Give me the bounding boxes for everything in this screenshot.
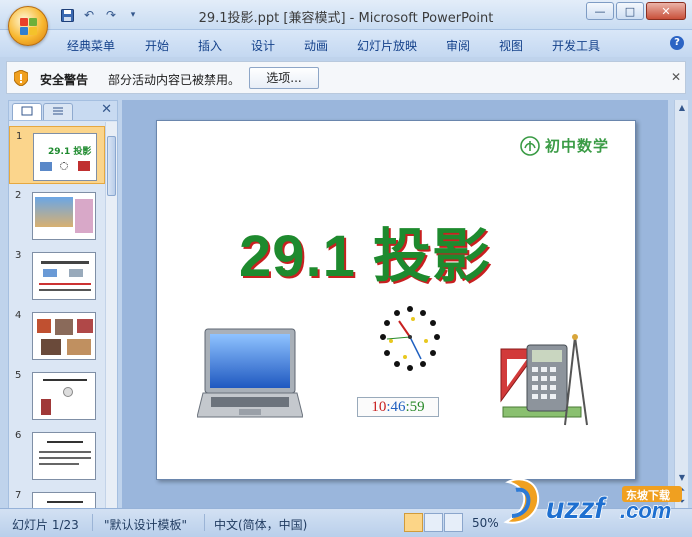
slides-view-icon <box>21 106 33 116</box>
office-button[interactable] <box>8 6 48 46</box>
slide-preview: 29.1 投影 <box>33 133 97 181</box>
slide-thumbnail-3[interactable]: 3 <box>9 246 105 304</box>
thumb-title: 29.1 投影 <box>48 147 92 157</box>
slide-scrollbar[interactable]: ▲ ▼ ⏶ ⏷ <box>674 100 688 510</box>
ribbon-tabs: 经典菜单 开始 插入 设计 动画 幻灯片放映 审阅 视图 开发工具 ? <box>0 30 692 57</box>
scroll-up-icon[interactable]: ▲ <box>676 102 688 114</box>
slide-number: 1 <box>16 131 23 142</box>
watermark-tagline: 东坡下载 <box>626 488 670 502</box>
brand-text: 初中数学 <box>545 137 610 155</box>
slide-thumbnail-2[interactable]: 2 <box>9 186 105 244</box>
tab-animation[interactable]: 动画 <box>304 37 328 54</box>
slide-number: 6 <box>15 430 22 441</box>
close-security-bar-icon[interactable]: ✕ <box>671 70 681 84</box>
help-icon[interactable]: ? <box>670 36 684 50</box>
clock-minutes: :46 <box>386 399 406 415</box>
office-logo-icon <box>20 18 38 36</box>
tab-view[interactable]: 视图 <box>499 37 523 54</box>
slide-preview <box>32 252 96 300</box>
security-warning-bar: 安全警告 部分活动内容已被禁用。 选项... ✕ <box>6 61 686 94</box>
slide-thumbnail-6[interactable]: 6 <box>9 426 105 484</box>
slide-preview <box>32 432 96 480</box>
slideshow-view-button[interactable] <box>444 513 463 532</box>
slide-thumbnail-5[interactable]: 5 <box>9 366 105 424</box>
close-pane-icon[interactable]: ✕ <box>101 102 112 117</box>
slide-number: 4 <box>15 310 22 321</box>
brand: 初中数学 <box>520 135 609 156</box>
normal-view-button[interactable] <box>404 513 423 532</box>
laptop-image <box>197 328 303 418</box>
math-tools-image <box>500 334 588 426</box>
tab-insert[interactable]: 插入 <box>198 37 222 54</box>
slide-editing-area: 初中数学 29.1 投影 10:46:59 <box>122 100 668 510</box>
slide-preview <box>32 372 96 420</box>
slide-sorter-view-button[interactable] <box>424 513 443 532</box>
slide-number: 3 <box>15 250 22 261</box>
clock-seconds: :59 <box>405 399 425 415</box>
slide-indicator: 幻灯片 1/23 <box>12 518 79 532</box>
window-controls: — □ ✕ <box>586 2 686 20</box>
tab-slideshow[interactable]: 幻灯片放映 <box>357 37 417 54</box>
security-warning-message: 部分活动内容已被禁用。 <box>108 73 241 87</box>
uzzf-watermark: uzzf .com 东坡下载 <box>503 478 682 526</box>
clock-hours: 10 <box>371 399 387 415</box>
slide-preview <box>32 192 96 240</box>
tab-home[interactable]: 开始 <box>145 37 169 54</box>
clock-readout: 10:46:59 <box>357 397 439 417</box>
slide-thumbnail-4[interactable]: 4 <box>9 306 105 364</box>
slide-thumbnails: 1 29.1 投影 2 3 4 5 6 7 <box>9 122 105 510</box>
tab-slides[interactable] <box>12 103 42 120</box>
security-warning-title: 安全警告 <box>40 73 89 87</box>
zoom-level[interactable]: 50% <box>472 516 499 530</box>
tab-classic-menu[interactable]: 经典菜单 <box>67 37 115 54</box>
maximize-button[interactable]: □ <box>616 2 644 20</box>
scrollbar-thumb[interactable] <box>107 136 116 196</box>
options-button[interactable]: 选项... <box>249 67 319 89</box>
outline-view-icon <box>53 107 63 115</box>
close-button[interactable]: ✕ <box>646 2 686 20</box>
slide-number: 2 <box>15 190 22 201</box>
title-bar: ↶ ↷ ▾ 29.1投影.ppt [兼容模式] - Microsoft Powe… <box>0 0 692 30</box>
brand-logo-icon <box>520 135 540 156</box>
view-buttons <box>404 513 463 532</box>
shield-icon <box>14 70 28 86</box>
slide-preview <box>32 312 96 360</box>
slide-number: 7 <box>15 490 22 501</box>
current-slide[interactable]: 初中数学 29.1 投影 10:46:59 <box>156 120 636 480</box>
tab-developer[interactable]: 开发工具 <box>552 37 600 54</box>
tab-outline[interactable] <box>43 103 73 120</box>
minimize-button[interactable]: — <box>586 2 614 20</box>
slide-title[interactable]: 29.1 投影 <box>239 209 491 293</box>
thumbnails-scrollbar[interactable] <box>105 122 117 510</box>
slide-number: 5 <box>15 370 22 381</box>
tab-design[interactable]: 设计 <box>251 37 275 54</box>
pane-tabs: ✕ <box>9 101 117 121</box>
tab-review[interactable]: 审阅 <box>446 37 470 54</box>
slide-thumbnail-7[interactable]: 7 <box>9 486 105 510</box>
language-indicator[interactable]: 中文(简体，中国) <box>214 516 307 533</box>
clock-image <box>380 306 440 371</box>
watermark-brand: uzzf <box>546 492 607 525</box>
template-name: "默认设计模板" <box>104 518 188 532</box>
slide-thumbnail-1[interactable]: 1 29.1 投影 <box>9 126 105 184</box>
slides-pane: ✕ 1 29.1 投影 2 3 4 5 6 7 <box>8 100 118 510</box>
